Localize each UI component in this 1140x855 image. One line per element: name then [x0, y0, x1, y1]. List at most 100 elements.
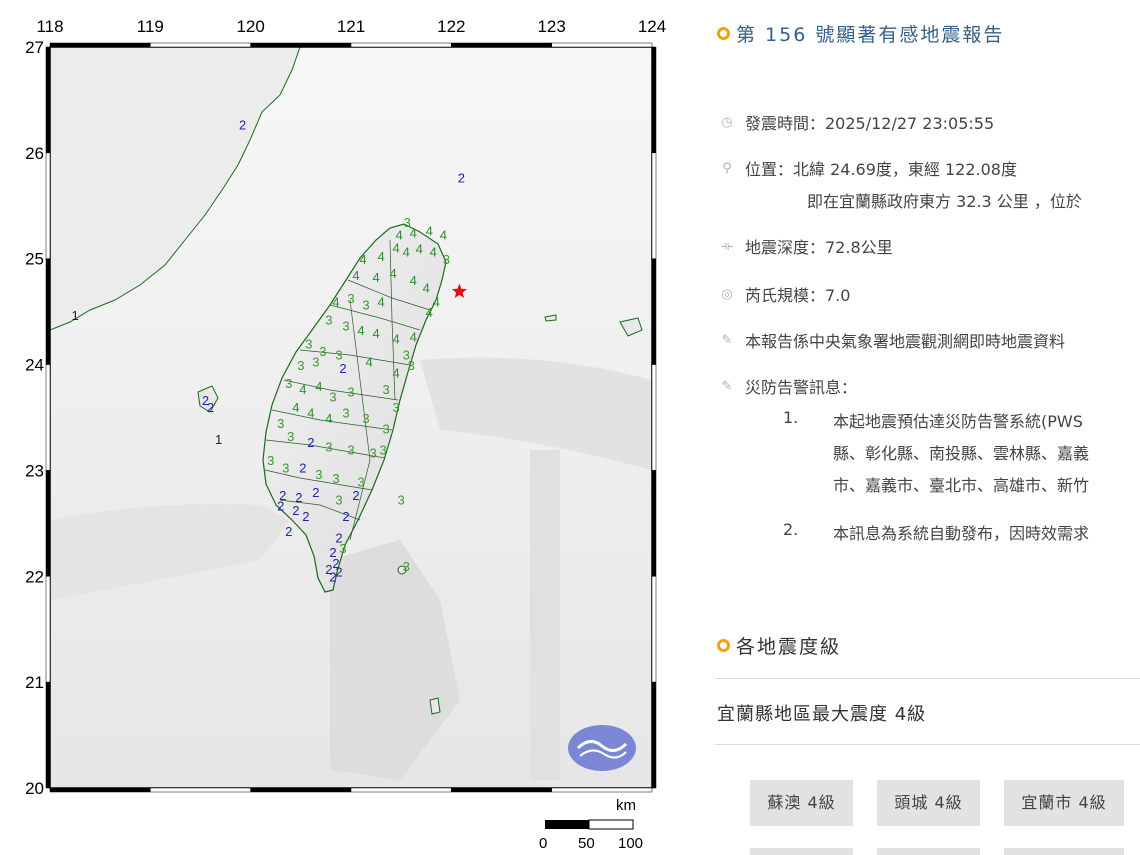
scale-unit: km [616, 797, 636, 814]
intensity-label: 4 [393, 331, 400, 346]
intensity-label: 4 [403, 245, 410, 260]
intensity-label: 4 [307, 406, 314, 421]
frame-bar-right [651, 576, 657, 683]
intensity-label: 2 [285, 524, 292, 539]
intensity-label: 3 [342, 406, 349, 421]
lon-tick-label: 124 [638, 17, 666, 36]
scale-label-50: 50 [578, 835, 595, 852]
frame-bar-right [651, 364, 657, 471]
divider [715, 744, 1140, 745]
intensity-label: 3 [319, 344, 326, 359]
intensity-label: 2 [458, 170, 465, 185]
intensity-label: 3 [347, 384, 354, 399]
lat-tick-label: 27 [25, 38, 44, 57]
intensity-label: 2 [329, 570, 336, 585]
warning-2-line-1: 本訊息為系統自動發布，因時效需求 [833, 524, 1090, 543]
scale-bar: km 0 50 100 [539, 797, 643, 852]
divider [715, 678, 1140, 679]
lat-tick-label: 22 [25, 567, 44, 586]
report-title: 第 156 號顯著有感地震報告 [717, 20, 1004, 47]
intensity-label: 3 [335, 347, 342, 362]
frame-bar-left [45, 46, 51, 154]
intensity-label: 4 [332, 294, 339, 309]
intensity-label: 3 [398, 492, 405, 507]
lat-tick-label: 21 [25, 673, 44, 692]
intensity-label: 3 [408, 358, 415, 373]
warning-number-2: 2. [783, 520, 799, 539]
intensity-label: 3 [305, 337, 312, 352]
lat-tick-label: 25 [25, 250, 44, 269]
depth-icon: ⟛ [721, 238, 733, 254]
frame-bar-left [45, 681, 51, 789]
station-chip-yilan-city: 宜蘭市 4級 [1004, 780, 1124, 826]
section-title-text: 各地震度級 [736, 636, 842, 658]
intensity-label: 2 [339, 361, 346, 376]
frame-bar-left [45, 152, 51, 259]
magnitude-icon: ◎ [721, 286, 733, 302]
lon-tick-label: 120 [236, 17, 264, 36]
intensity-label: 3 [443, 252, 450, 267]
lat-tick-label: 24 [25, 356, 44, 375]
origin-time-row: ◷ 發震時間：2025/12/27 23:05:55 [719, 110, 994, 134]
frame-bar-top [451, 42, 552, 48]
pen-icon: ✎ [721, 378, 733, 394]
trench-relief [530, 450, 560, 780]
intensity-label: 4 [393, 240, 400, 255]
intensity-label: 4 [377, 249, 384, 264]
intensity-label: 3 [332, 471, 339, 486]
intensity-label: 4 [426, 305, 433, 320]
intensity-label: 2 [299, 461, 306, 476]
intensity-label: 2 [277, 499, 284, 514]
intensity-label: 3 [403, 559, 410, 574]
intensity-label: 4 [423, 281, 430, 296]
intensity-label: 2 [352, 488, 359, 503]
frame-bar-left [45, 258, 51, 365]
section-title: 各地震度級 [717, 632, 841, 659]
warning-1-line-2: 縣、彰化縣、南投縣、雲林縣、嘉義 [833, 444, 1090, 463]
location: 位置：北緯 24.69度，東經 122.08度 [745, 160, 1017, 179]
intensity-label: 3 [357, 474, 364, 489]
scale-label-0: 0 [539, 835, 547, 852]
intensity-label: 4 [359, 252, 366, 267]
origin-time: 發震時間：2025/12/27 23:05:55 [745, 114, 995, 133]
frame-bar-bottom [150, 787, 251, 793]
intensity-label: 3 [335, 492, 342, 507]
intensity-label: 4 [372, 270, 379, 285]
warning-1-line-3: 市、嘉義市、臺北市、高雄市、新竹 [833, 476, 1090, 495]
map-pin-icon: ⚲ [722, 160, 732, 176]
intensity-label: 2 [239, 118, 246, 133]
intensity-label: 3 [329, 390, 336, 405]
intensity-label: 3 [382, 382, 389, 397]
intensity-label: 3 [379, 443, 386, 458]
intensity-label: 4 [410, 273, 417, 288]
location-continued: 即在宜蘭縣政府東方 32.3 公里 ，位於 [807, 192, 1082, 211]
frame-bar-left [45, 576, 51, 683]
intensity-label: 4 [365, 355, 372, 370]
magnitude-row: ◎ 芮氏規模：7.0 [719, 282, 850, 306]
scale-segment-black [545, 820, 589, 829]
frame-bar-top [49, 42, 151, 48]
lat-tick-label: 20 [25, 779, 44, 798]
intensity-label: 3 [325, 312, 332, 327]
intensity-label: 4 [357, 323, 364, 338]
frame-bar-top [350, 42, 452, 48]
circle-bullet-icon [717, 27, 730, 40]
intensity-label: 3 [297, 358, 304, 373]
source-note-row: ✎ 本報告係中央氣象署地震觀測網即時地震資料 [719, 328, 1065, 352]
source-note: 本報告係中央氣象署地震觀測網即時地震資料 [745, 332, 1066, 351]
intensity-label: 3 [342, 319, 349, 334]
station-chip-suao: 蘇澳 4級 [750, 780, 853, 826]
intensity-label: 2 [302, 509, 309, 524]
intensity-label: 3 [347, 291, 354, 306]
intensity-label: 2 [312, 485, 319, 500]
scale-segment-white [588, 819, 634, 830]
intensity-label: 3 [382, 421, 389, 436]
intensity-label: 4 [426, 223, 433, 238]
depth-row: ⟛ 地震深度：72.8公里 [719, 234, 893, 258]
frame-bar-bottom [451, 787, 552, 793]
intensity-label: 2 [207, 400, 214, 415]
station-chip-toucheng: 頭城 4級 [877, 780, 980, 826]
report-panel: 第 156 號顯著有感地震報告 ◷ 發震時間：2025/12/27 23:05:… [705, 0, 1140, 855]
location-row: ⚲ 位置：北緯 24.69度，東經 122.08度 [719, 156, 1017, 180]
frame-bar-top [551, 42, 653, 48]
